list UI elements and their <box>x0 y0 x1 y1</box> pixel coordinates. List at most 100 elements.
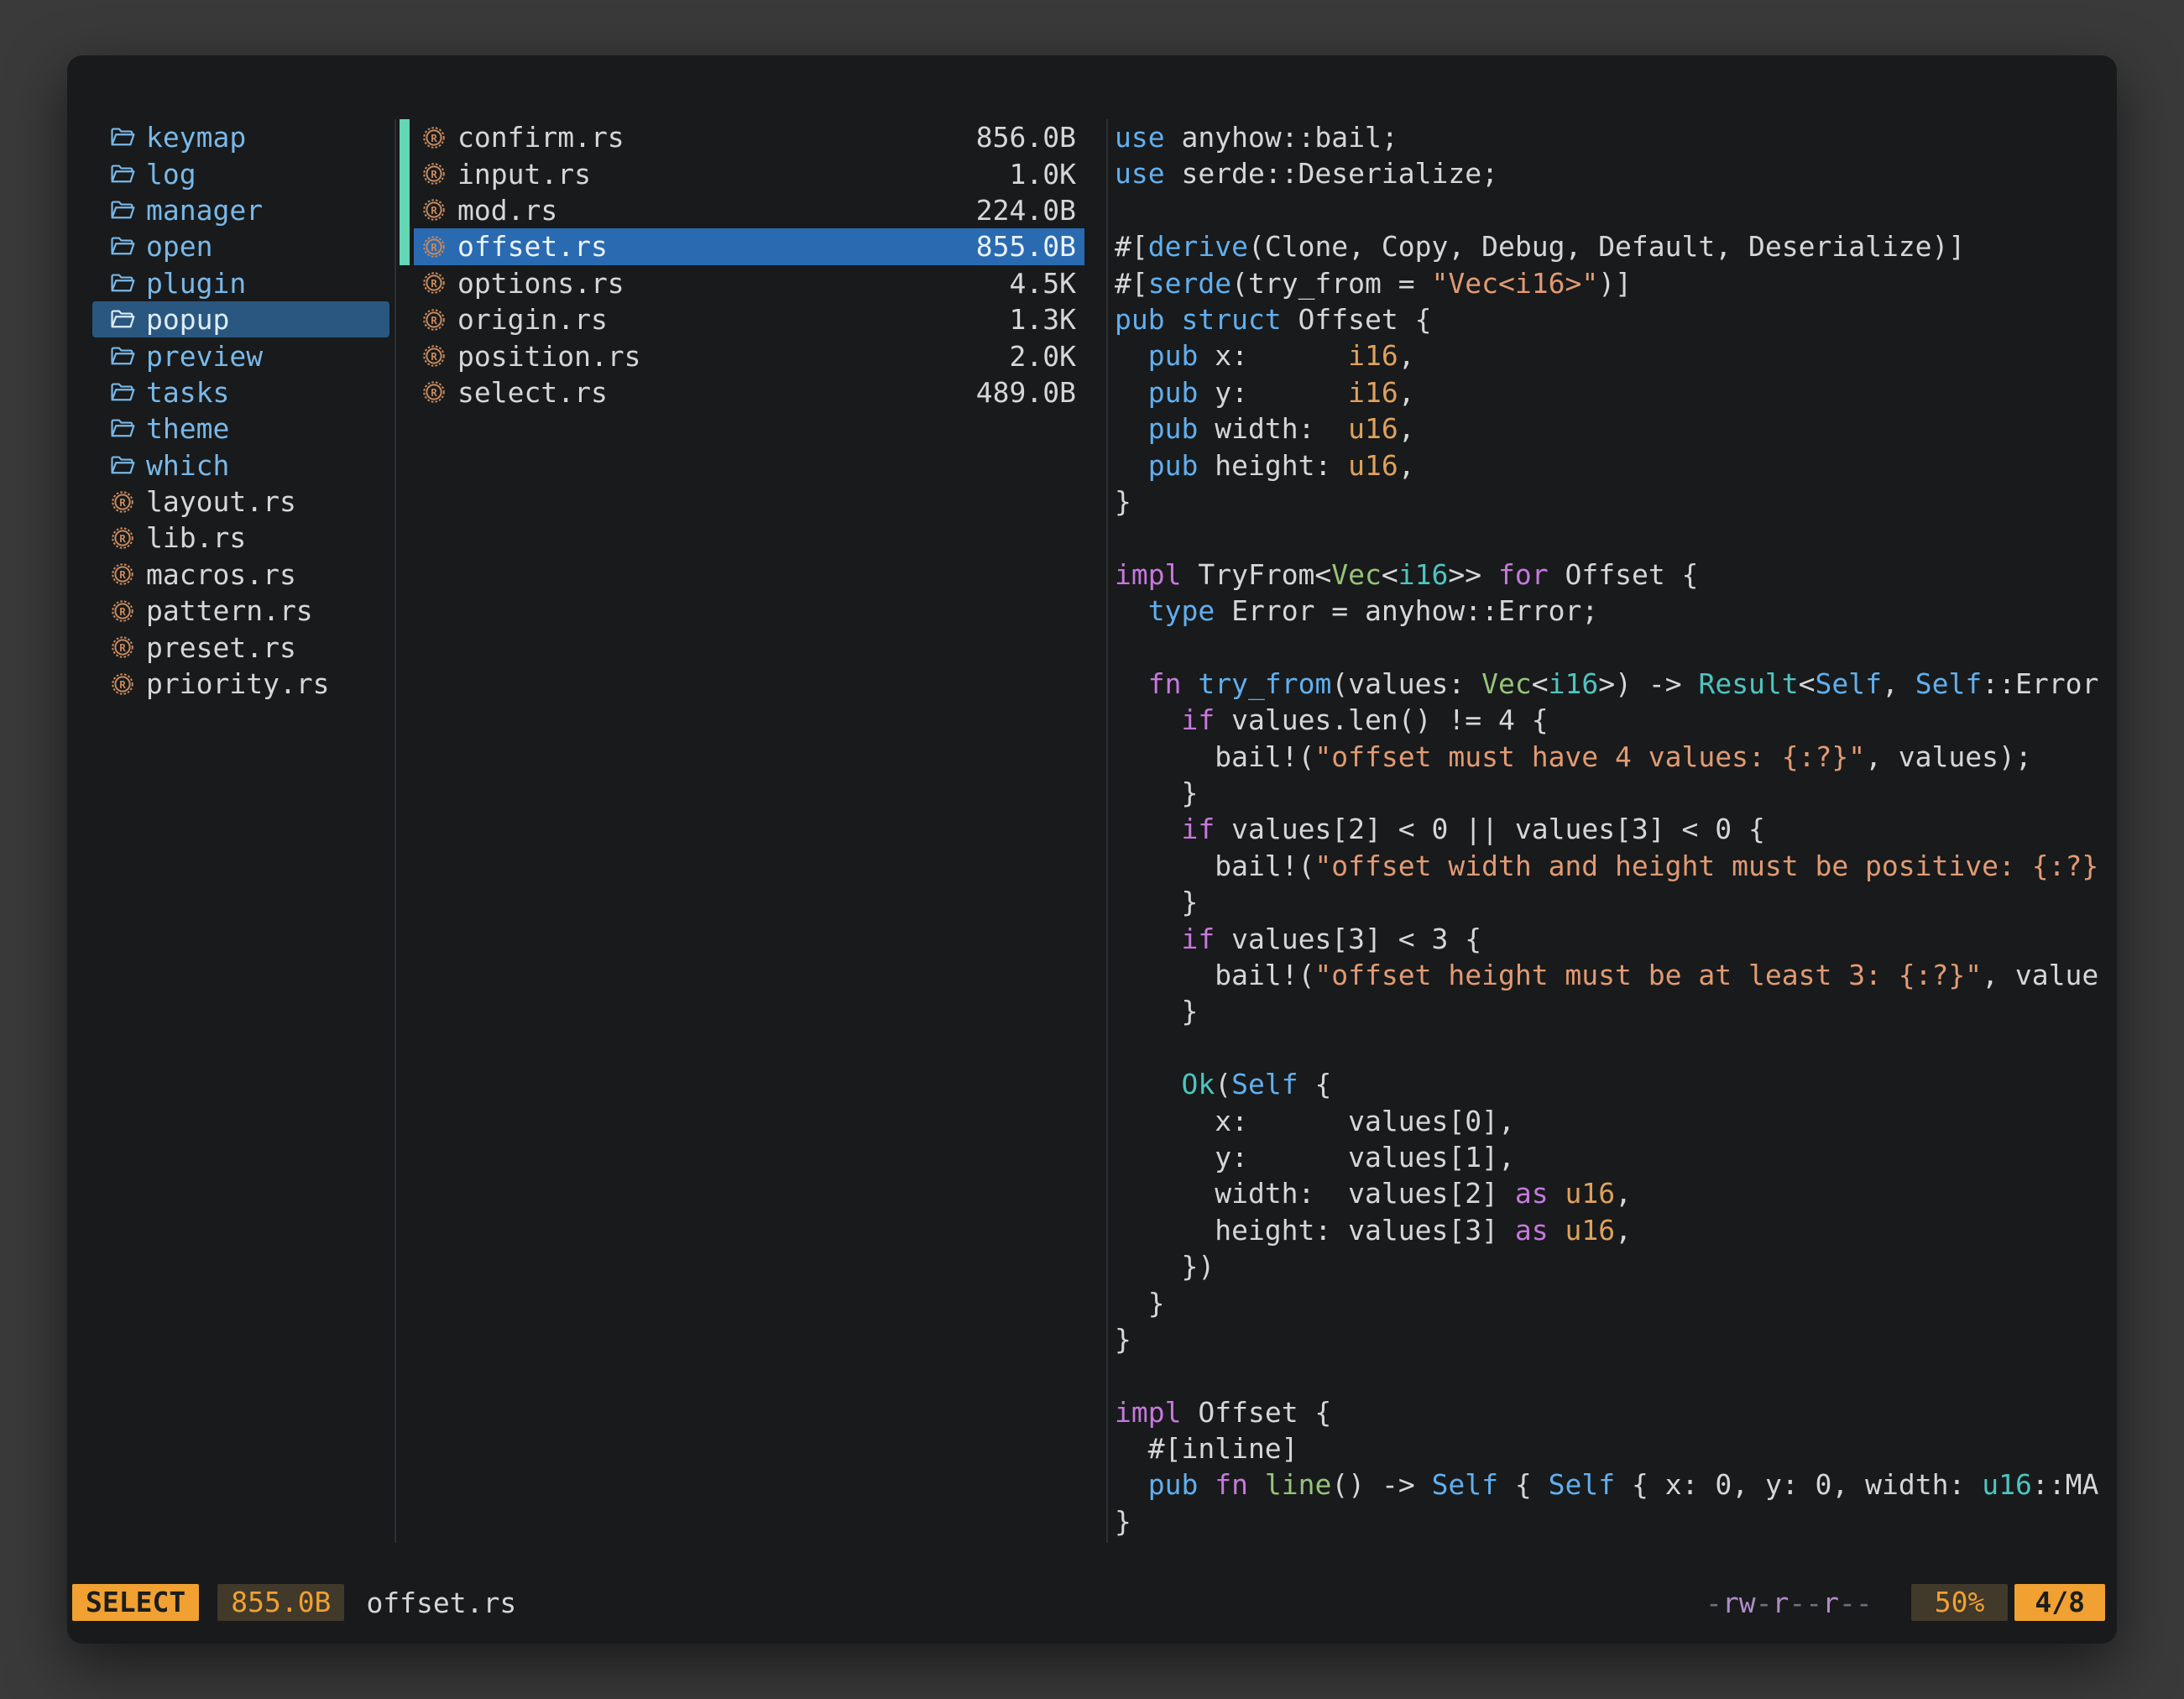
sidebar-item-plugin[interactable]: plugin <box>92 265 389 301</box>
svg-text:R: R <box>431 350 437 363</box>
code-line: }) <box>1115 1248 2100 1284</box>
svg-text:R: R <box>119 641 126 654</box>
code-line: pub fn line() -> Self { Self { x: 0, y: … <box>1115 1466 2100 1503</box>
file-name: confirm.rs <box>457 121 966 154</box>
code-line: } <box>1115 884 2100 920</box>
file-row-origin-rs[interactable]: Rorigin.rs1.3K <box>414 301 1084 337</box>
code-line: #[serde(try_from = "Vec<i16>")] <box>1115 265 2100 301</box>
rust-file-icon: R <box>421 159 447 188</box>
folder-icon <box>109 123 136 152</box>
file-size: 4.5K <box>1010 267 1076 300</box>
item-name: plugin <box>146 267 246 300</box>
rust-file-icon: R <box>109 560 136 588</box>
rust-file-icon: R <box>421 306 447 334</box>
code-line: } <box>1115 1285 2100 1321</box>
selection-marker <box>400 119 410 155</box>
code-line: } <box>1115 993 2100 1029</box>
sidebar-item-preset-rs[interactable]: Rpreset.rs <box>92 629 389 665</box>
code-line <box>1115 629 2100 665</box>
rust-file-icon: R <box>109 488 136 516</box>
sidebar-item-open[interactable]: open <box>92 228 389 264</box>
pane-divider <box>394 119 396 1543</box>
file-size: 1.0K <box>1010 158 1076 191</box>
file-row-input-rs[interactable]: Rinput.rs 1.0K <box>414 155 1084 191</box>
code-line: } <box>1115 484 2100 520</box>
item-name: theme <box>146 412 229 445</box>
code-line: x: values[0], <box>1115 1103 2100 1139</box>
panes-container: keymaplogmanageropen pluginpopuppreviewta… <box>67 119 2117 1543</box>
item-name: tasks <box>146 376 229 409</box>
sidebar-item-theme[interactable]: theme <box>92 410 389 447</box>
folder-icon <box>109 342 136 370</box>
sidebar-item-priority-rs[interactable]: Rpriority.rs <box>92 666 389 702</box>
file-name: input.rs <box>457 158 1000 191</box>
sidebar-item-pattern-rs[interactable]: Rpattern.rs <box>92 593 389 629</box>
desktop-background: keymaplogmanageropen pluginpopuppreviewta… <box>0 0 2184 1699</box>
sidebar-item-popup[interactable]: popup <box>92 301 389 337</box>
svg-text:R: R <box>431 386 437 399</box>
sidebar-item-manager[interactable]: manager <box>92 192 389 228</box>
folder-icon <box>109 159 136 188</box>
rust-file-icon: R <box>109 597 136 625</box>
parent-pane[interactable]: keymaplogmanageropen pluginpopuppreviewta… <box>67 119 389 1543</box>
file-name: origin.rs <box>457 303 1000 336</box>
item-name: layout.rs <box>146 485 296 518</box>
sidebar-item-lib-rs[interactable]: Rlib.rs <box>92 520 389 556</box>
item-name: lib.rs <box>146 521 246 554</box>
sidebar-item-which[interactable]: which <box>92 447 389 484</box>
item-name: macros.rs <box>146 558 296 591</box>
preview-pane: use anyhow::bail;use serde::Deserialize;… <box>1108 119 2117 1543</box>
current-pane[interactable]: Rconfirm.rs 856.0B Rinput.rs 1.0KRmod.rs224… <box>398 119 1084 1543</box>
file-size: 224.0B <box>976 194 1076 227</box>
file-row-select-rs[interactable]: Rselect.rs489.0B <box>414 374 1084 410</box>
folder-icon <box>109 451 136 479</box>
selection-marker <box>400 228 410 264</box>
svg-text:R: R <box>119 605 126 618</box>
file-row-mod-rs[interactable]: Rmod.rs224.0B <box>414 192 1084 228</box>
sidebar-item-log[interactable]: log <box>92 155 389 191</box>
rust-file-icon: R <box>109 670 136 698</box>
code-line <box>1115 1357 2100 1393</box>
rust-file-icon: R <box>109 633 136 661</box>
code-line <box>1115 520 2100 556</box>
code-line: width: values[2] as u16, <box>1115 1175 2100 1211</box>
file-row-confirm-rs[interactable]: Rconfirm.rs 856.0B <box>414 119 1084 155</box>
code-line: } <box>1115 775 2100 811</box>
code-line: pub struct Offset { <box>1115 301 2100 337</box>
sidebar-item-tasks[interactable]: tasks <box>92 374 389 410</box>
file-row-position-rs[interactable]: Rposition.rs2.0K <box>414 337 1084 374</box>
sidebar-item-preview[interactable]: preview <box>92 337 389 374</box>
item-name: open <box>146 230 212 263</box>
code-line: pub width: u16, <box>1115 410 2100 447</box>
code-line: height: values[3] as u16, <box>1115 1212 2100 1248</box>
file-row-offset-rs[interactable]: Roffset.rs855.0B <box>414 228 1084 264</box>
file-size: 856.0B <box>976 121 1076 154</box>
scroll-percent-badge: 50% <box>1911 1584 2009 1621</box>
cursor-position-badge: 4/8 <box>2014 1584 2105 1621</box>
code-line: impl TryFrom<Vec<i16>> for Offset { <box>1115 557 2100 593</box>
file-row-options-rs[interactable]: Roptions.rs4.5K <box>414 265 1084 301</box>
code-line: #[derive(Clone, Copy, Debug, Default, De… <box>1115 228 2100 264</box>
file-manager-window: keymaplogmanageropen pluginpopuppreviewta… <box>67 55 2117 1644</box>
file-name: position.rs <box>457 340 1000 373</box>
sidebar-item-layout-rs[interactable]: Rlayout.rs <box>92 484 389 520</box>
file-name: options.rs <box>457 267 1000 300</box>
folder-icon <box>109 306 136 334</box>
item-name: manager <box>146 194 263 227</box>
item-name: popup <box>146 303 229 336</box>
code-line: type Error = anyhow::Error; <box>1115 593 2100 629</box>
sidebar-item-keymap[interactable]: keymap <box>92 119 389 155</box>
svg-text:R: R <box>119 568 126 581</box>
svg-text:R: R <box>119 532 126 545</box>
svg-text:R: R <box>431 204 437 217</box>
code-line: if values.len() != 4 { <box>1115 702 2100 738</box>
svg-text:R: R <box>431 132 437 144</box>
code-line: pub x: i16, <box>1115 337 2100 374</box>
item-name: priority.rs <box>146 667 330 700</box>
file-name: select.rs <box>457 376 966 409</box>
item-name: which <box>146 449 229 482</box>
code-line: pub height: u16, <box>1115 447 2100 484</box>
sidebar-item-macros-rs[interactable]: Rmacros.rs <box>92 557 389 593</box>
status-filename: offset.rs <box>366 1587 516 1619</box>
code-line: if values[2] < 0 || values[3] < 0 { <box>1115 811 2100 847</box>
